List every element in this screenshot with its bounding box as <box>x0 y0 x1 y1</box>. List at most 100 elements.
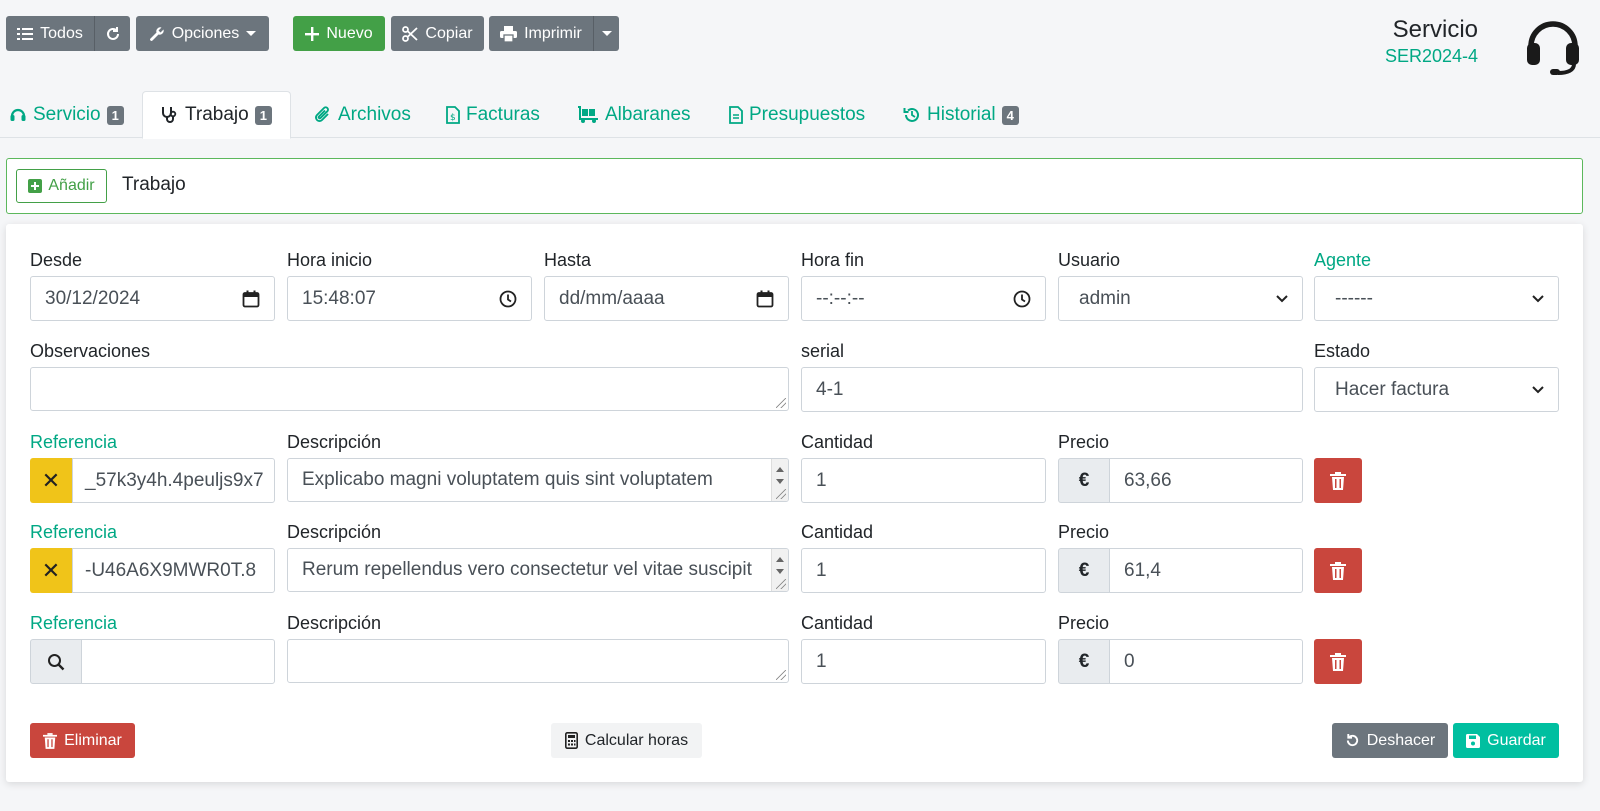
quantity-input[interactable]: 1 <box>801 458 1046 503</box>
tab-label: Presupuestos <box>749 104 866 125</box>
search-reference-button[interactable] <box>30 639 82 684</box>
delete-line-button[interactable] <box>1314 548 1362 593</box>
referencia-label[interactable]: Referencia <box>30 432 117 453</box>
toolbar: Todos Opciones Nuevo Copiar Imprimir Ser… <box>0 0 1600 88</box>
print-label: Imprimir <box>524 24 582 42</box>
tab-bar: Servicio 1 Trabajo 1 Archivos $ Facturas… <box>0 88 1600 139</box>
refresh-icon <box>105 26 121 42</box>
history-icon <box>903 106 921 124</box>
calculate-hours-button[interactable]: Calcular horas <box>551 723 702 758</box>
scroll-up-icon[interactable] <box>776 556 784 562</box>
print-button[interactable]: Imprimir <box>489 16 593 51</box>
clear-reference-button[interactable]: ✕ <box>30 458 72 503</box>
serial-value: 4-1 <box>816 378 844 400</box>
precio-label: Precio <box>1058 613 1110 633</box>
delete-line-button[interactable] <box>1314 639 1362 684</box>
usuario-label: Usuario <box>1058 250 1121 270</box>
undo-button[interactable]: Deshacer <box>1332 723 1448 758</box>
tab-facturas[interactable]: $ Facturas <box>440 91 546 139</box>
reference-value: -U46A6X9MWR0T.8 <box>85 559 257 581</box>
scroll-up-icon[interactable] <box>776 466 784 472</box>
clock-icon[interactable] <box>499 290 517 308</box>
undo-label: Deshacer <box>1366 731 1436 749</box>
resize-handle-icon[interactable] <box>776 579 786 589</box>
trash-icon <box>43 732 58 749</box>
print-dropdown-button[interactable] <box>593 16 619 51</box>
section-title: Trabajo <box>122 174 186 195</box>
tab-historial[interactable]: Historial 4 <box>897 91 1025 139</box>
desde-date-input[interactable]: 30/12/2024 <box>30 276 275 321</box>
usuario-value: admin <box>1079 287 1131 309</box>
estado-select[interactable]: Hacer factura <box>1314 367 1559 412</box>
save-button[interactable]: Guardar <box>1453 723 1559 758</box>
quantity-input[interactable]: 1 <box>801 548 1046 593</box>
refresh-button[interactable] <box>94 16 130 51</box>
price-input[interactable]: 61,4 <box>1109 548 1303 593</box>
tab-presupuestos[interactable]: Presupuestos <box>723 91 871 139</box>
delete-label: Eliminar <box>64 731 122 749</box>
document-icon <box>729 106 743 124</box>
tab-servicio[interactable]: Servicio 1 <box>3 91 130 139</box>
hasta-date-input[interactable]: dd/mm/aaaa <box>544 276 789 321</box>
agente-select[interactable]: ------ <box>1314 276 1559 321</box>
delete-line-button[interactable] <box>1314 458 1362 503</box>
quantity-input[interactable]: 1 <box>801 639 1046 684</box>
euro-icon: € <box>1058 458 1110 503</box>
referencia-label[interactable]: Referencia <box>30 522 117 543</box>
scroll-down-icon[interactable] <box>776 478 784 484</box>
estado-value: Hacer factura <box>1335 378 1450 400</box>
reference-input[interactable]: -U46A6X9MWR0T.8 <box>72 548 275 593</box>
calculate-hours-label: Calcular horas <box>584 731 689 749</box>
cantidad-label: Cantidad <box>801 613 874 633</box>
scissors-icon <box>402 25 419 42</box>
scroll-down-icon[interactable] <box>776 568 784 574</box>
referencia-label[interactable]: Referencia <box>30 613 117 634</box>
clear-reference-button[interactable]: ✕ <box>30 548 72 593</box>
new-button[interactable]: Nuevo <box>293 16 385 51</box>
tab-trabajo[interactable]: Trabajo 1 <box>142 91 291 139</box>
description-textarea[interactable]: Rerum repellendus vero consectetur vel v… <box>287 548 789 592</box>
price-input[interactable]: 63,66 <box>1109 458 1303 503</box>
price-value: 63,66 <box>1124 469 1172 491</box>
calendar-icon[interactable] <box>242 290 260 308</box>
price-input[interactable]: 0 <box>1109 639 1303 684</box>
reference-input[interactable]: _57k3y4h.4peuljs9x7 <box>72 458 275 503</box>
hora-fin-input[interactable]: --:--:-- <box>801 276 1046 321</box>
reference-input[interactable] <box>81 639 275 684</box>
all-button[interactable]: Todos <box>6 16 94 51</box>
trash-icon <box>1330 652 1346 671</box>
usuario-select[interactable]: admin <box>1058 276 1303 321</box>
chevron-down-icon <box>246 31 257 36</box>
close-icon: ✕ <box>41 557 61 583</box>
trash-icon <box>1330 471 1346 490</box>
add-panel: Añadir Trabajo <box>6 158 1583 214</box>
resize-handle-icon[interactable] <box>776 670 786 680</box>
estado-label: Estado <box>1314 341 1371 361</box>
work-form: Desde 30/12/2024 Hora inicio 15:48:07 Ha… <box>6 224 1583 782</box>
description-textarea[interactable] <box>287 639 789 683</box>
tab-albaranes[interactable]: Albaranes <box>571 91 697 139</box>
tab-archivos[interactable]: Archivos <box>308 91 417 139</box>
resize-handle-icon[interactable] <box>776 398 786 408</box>
options-button[interactable]: Opciones <box>136 16 269 51</box>
hora-inicio-value: 15:48:07 <box>302 287 376 309</box>
invoice-icon: $ <box>446 106 460 124</box>
copy-button[interactable]: Copiar <box>391 16 484 51</box>
search-icon <box>47 653 65 671</box>
delete-button[interactable]: Eliminar <box>30 723 135 758</box>
description-textarea[interactable]: Explicabo magni voluptatem quis sint vol… <box>287 458 789 502</box>
hasta-placeholder: dd/mm/aaaa <box>559 287 665 309</box>
clock-icon[interactable] <box>1013 290 1031 308</box>
tab-label: Facturas <box>466 104 540 125</box>
chevron-down-icon <box>1532 385 1544 394</box>
serial-input[interactable]: 4-1 <box>801 367 1303 412</box>
hora-inicio-input[interactable]: 15:48:07 <box>287 276 532 321</box>
observaciones-textarea[interactable] <box>30 367 789 411</box>
quantity-value: 1 <box>816 559 827 581</box>
agente-label[interactable]: Agente <box>1314 250 1371 271</box>
resize-handle-icon[interactable] <box>776 489 786 499</box>
plus-icon <box>305 26 320 41</box>
calendar-icon[interactable] <box>756 290 774 308</box>
add-button[interactable]: Añadir <box>16 169 107 203</box>
price-value: 0 <box>1124 650 1135 672</box>
